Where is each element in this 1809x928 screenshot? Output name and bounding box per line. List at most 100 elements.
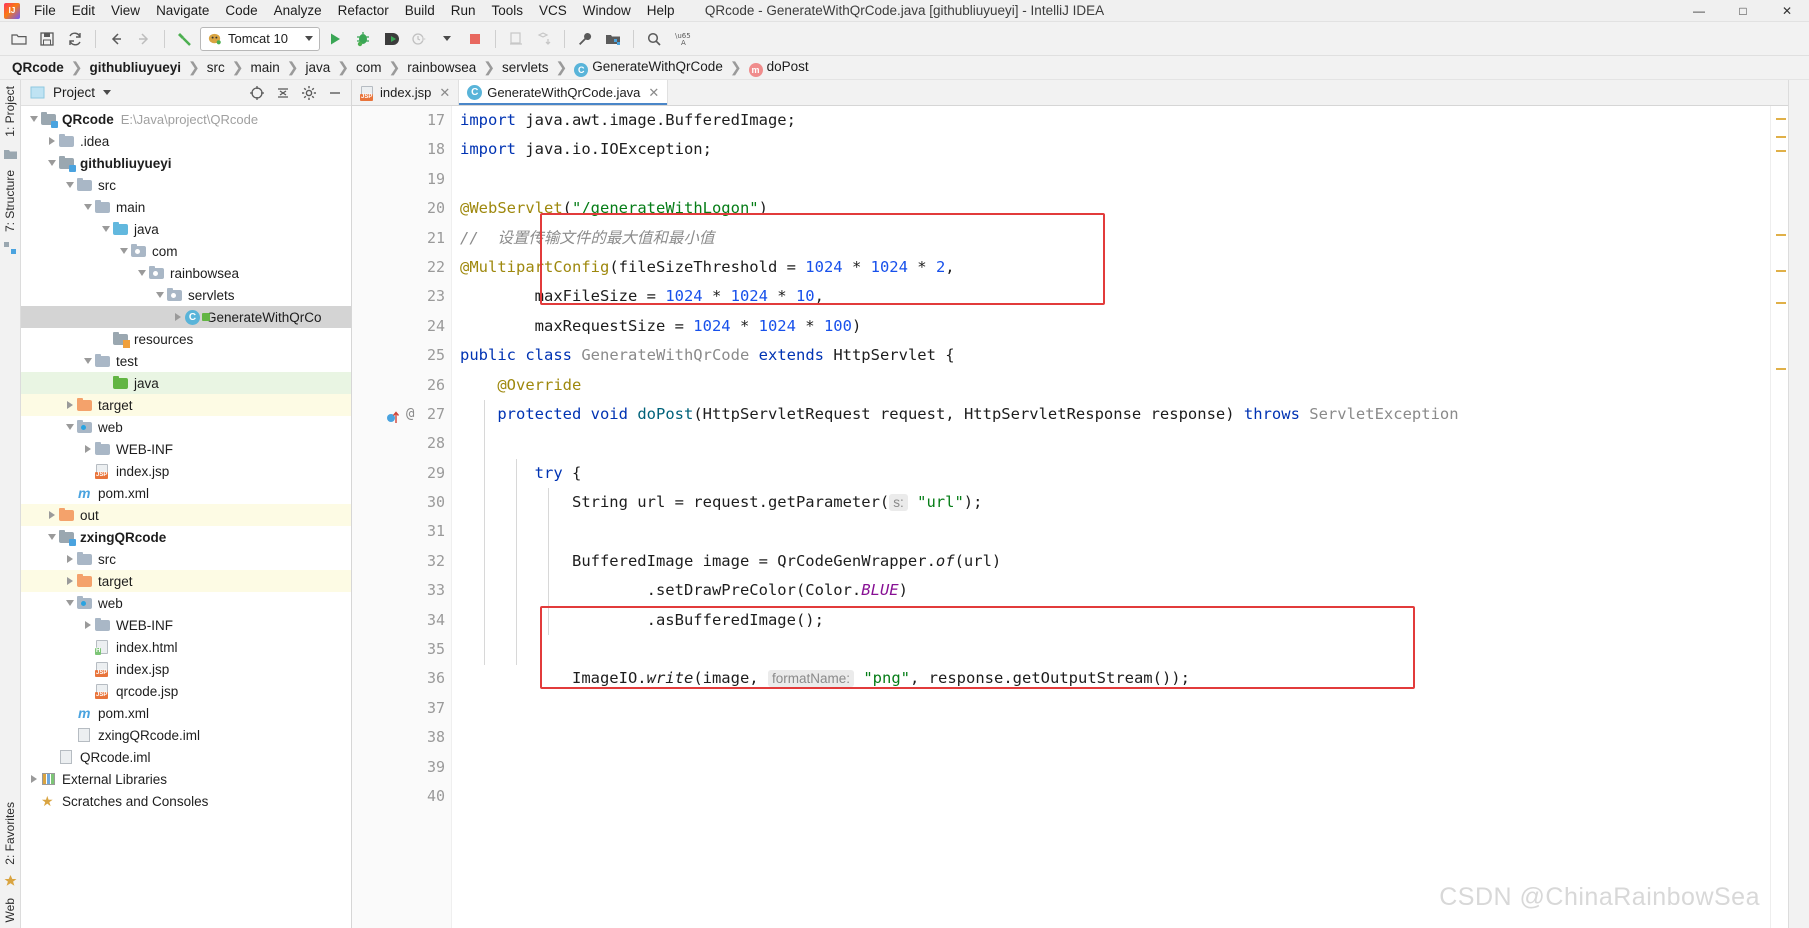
- menu-item-build[interactable]: Build: [397, 1, 443, 20]
- structure-rail-icon[interactable]: [4, 242, 17, 255]
- collapse-all-icon[interactable]: [273, 83, 293, 103]
- chevron-down-icon[interactable]: [99, 222, 113, 236]
- breadcrumb-item-qrcode[interactable]: QRcode: [8, 60, 68, 75]
- breadcrumb-item-method[interactable]: mdoPost: [745, 59, 813, 77]
- menu-item-help[interactable]: Help: [639, 1, 683, 20]
- tree-row[interactable]: QRcode.iml: [21, 746, 351, 768]
- editor-tab-index-jsp[interactable]: JSP index.jsp ✕: [352, 80, 459, 105]
- tree-row[interactable]: ★Scratches and Consoles: [21, 790, 351, 812]
- rail-tab-project[interactable]: 1: Project: [1, 80, 19, 143]
- tree-row[interactable]: java: [21, 372, 351, 394]
- tree-row[interactable]: mpom.xml: [21, 702, 351, 724]
- chevron-down-icon[interactable]: [153, 288, 167, 302]
- tree-row[interactable]: rainbowsea: [21, 262, 351, 284]
- translate-icon[interactable]: \u6587A: [669, 26, 695, 52]
- tree-row[interactable]: .idea: [21, 130, 351, 152]
- save-all-icon[interactable]: [34, 26, 60, 52]
- hide-panel-icon[interactable]: [325, 83, 345, 103]
- tree-row[interactable]: External Libraries: [21, 768, 351, 790]
- chevron-down-icon[interactable]: [45, 530, 59, 544]
- menu-item-file[interactable]: File: [26, 1, 64, 20]
- close-button[interactable]: ✕: [1765, 0, 1809, 22]
- menu-item-view[interactable]: View: [103, 1, 148, 20]
- tree-row[interactable]: target: [21, 570, 351, 592]
- menu-item-refactor[interactable]: Refactor: [330, 1, 397, 20]
- deploy-icon[interactable]: [531, 26, 557, 52]
- breadcrumb-item-class[interactable]: CGenerateWithQrCode: [570, 59, 727, 77]
- chevron-down-icon[interactable]: [135, 266, 149, 280]
- settings-gear-icon[interactable]: [299, 83, 319, 103]
- chevron-down-icon[interactable]: [117, 244, 131, 258]
- close-icon[interactable]: ✕: [648, 85, 659, 101]
- rail-tab-web[interactable]: Web: [1, 892, 19, 928]
- breadcrumb-item-rainbowsea[interactable]: rainbowsea: [403, 60, 480, 75]
- menu-item-run[interactable]: Run: [443, 1, 484, 20]
- tree-row[interactable]: QRcodeE:\Java\project\QRcode: [21, 108, 351, 130]
- chevron-down-icon[interactable]: [63, 596, 77, 610]
- rail-tab-structure[interactable]: 7: Structure: [1, 164, 19, 238]
- back-icon[interactable]: [103, 26, 129, 52]
- open-project-icon[interactable]: [6, 26, 32, 52]
- menu-item-window[interactable]: Window: [575, 1, 639, 20]
- breadcrumb-item-src[interactable]: src: [203, 60, 229, 75]
- stop-icon[interactable]: [462, 26, 488, 52]
- tree-row[interactable]: JSPindex.jsp: [21, 658, 351, 680]
- project-structure-icon[interactable]: [600, 26, 626, 52]
- chevron-right-icon[interactable]: [171, 310, 185, 324]
- breadcrumb-item-githubliuyueyi[interactable]: githubliuyueyi: [86, 60, 186, 75]
- sync-icon[interactable]: [62, 26, 88, 52]
- chevron-right-icon[interactable]: [27, 772, 41, 786]
- tree-row[interactable]: com: [21, 240, 351, 262]
- chevron-right-icon[interactable]: [81, 442, 95, 456]
- tree-row[interactable]: src: [21, 174, 351, 196]
- tree-row[interactable]: resources: [21, 328, 351, 350]
- update-app-icon[interactable]: [503, 26, 529, 52]
- tree-row[interactable]: zxingQRcode: [21, 526, 351, 548]
- tree-row[interactable]: WEB-INF: [21, 614, 351, 636]
- tree-row[interactable]: WEB-INF: [21, 438, 351, 460]
- close-icon[interactable]: ✕: [439, 85, 450, 101]
- tree-row[interactable]: Hindex.html: [21, 636, 351, 658]
- chevron-down-icon[interactable]: [81, 200, 95, 214]
- debug-icon[interactable]: [350, 26, 376, 52]
- tree-row[interactable]: mpom.xml: [21, 482, 351, 504]
- chevron-down-icon[interactable]: [45, 156, 59, 170]
- code-editor[interactable]: 1718192021222324252627@28293031323334353…: [352, 106, 1788, 928]
- chevron-right-icon[interactable]: [45, 508, 59, 522]
- menu-item-navigate[interactable]: Navigate: [148, 1, 217, 20]
- menu-item-tools[interactable]: Tools: [484, 1, 532, 20]
- tree-row[interactable]: main: [21, 196, 351, 218]
- forward-icon[interactable]: [131, 26, 157, 52]
- tree-row[interactable]: servlets: [21, 284, 351, 306]
- tree-row[interactable]: src: [21, 548, 351, 570]
- profile-icon[interactable]: [406, 26, 432, 52]
- editor-tab-generatewithqrcode-java[interactable]: C GenerateWithQrCode.java ✕: [459, 80, 668, 105]
- rail-tab-favorites[interactable]: 2: Favorites: [1, 796, 19, 871]
- chevron-down-icon[interactable]: [63, 178, 77, 192]
- tree-row[interactable]: target: [21, 394, 351, 416]
- menu-bar[interactable]: File Edit View Navigate Code Analyze Ref…: [26, 1, 683, 20]
- profile-dropdown-icon[interactable]: [434, 26, 460, 52]
- build-hammer-icon[interactable]: [172, 26, 198, 52]
- breadcrumb-item-servlets[interactable]: servlets: [498, 60, 553, 75]
- project-tree[interactable]: QRcodeE:\Java\project\QRcode.ideagithubl…: [21, 106, 351, 928]
- breadcrumb-item-com[interactable]: com: [352, 60, 386, 75]
- settings-wrench-icon[interactable]: [572, 26, 598, 52]
- run-with-coverage-icon[interactable]: [378, 26, 404, 52]
- tree-row[interactable]: web: [21, 416, 351, 438]
- tree-row[interactable]: java: [21, 218, 351, 240]
- maximize-button[interactable]: □: [1721, 0, 1765, 22]
- tree-row[interactable]: out: [21, 504, 351, 526]
- tree-row[interactable]: JSPqrcode.jsp: [21, 680, 351, 702]
- breadcrumb-item-java[interactable]: java: [301, 60, 334, 75]
- minimize-button[interactable]: —: [1677, 0, 1721, 22]
- breadcrumb-item-main[interactable]: main: [246, 60, 283, 75]
- menu-item-analyze[interactable]: Analyze: [266, 1, 330, 20]
- chevron-right-icon[interactable]: [63, 552, 77, 566]
- locate-icon[interactable]: [247, 83, 267, 103]
- run-configuration-selector[interactable]: Tomcat 10: [200, 27, 320, 51]
- chevron-right-icon[interactable]: [45, 134, 59, 148]
- tree-row[interactable]: githubliuyueyi: [21, 152, 351, 174]
- tree-row[interactable]: test: [21, 350, 351, 372]
- chevron-down-icon[interactable]: [81, 354, 95, 368]
